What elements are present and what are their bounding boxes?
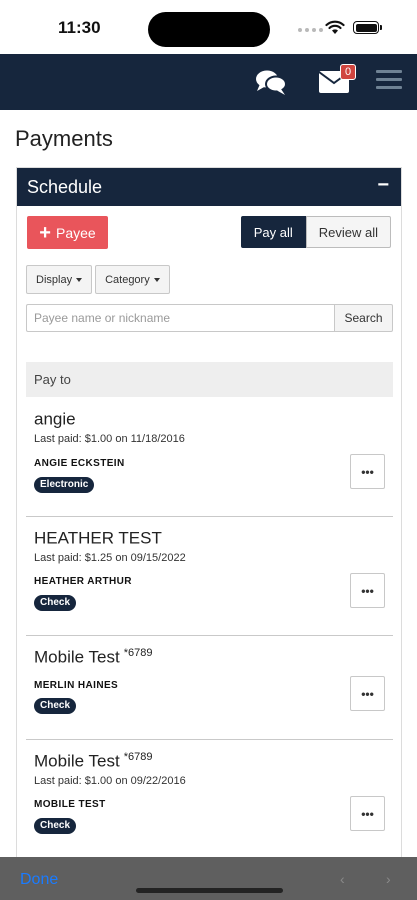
payee-last-paid: Last paid: $1.25 on 09/15/2022 [34, 552, 186, 564]
filter-row: Display Category [26, 265, 170, 294]
payment-type-badge: Check [34, 595, 77, 611]
payment-type-badge: Check [34, 698, 77, 714]
payee-name: angie [34, 409, 76, 429]
pay-review-toggle: Pay all Review all [240, 216, 391, 248]
payment-type-badge: Check [34, 818, 77, 834]
caret-down-icon [153, 277, 160, 282]
payee-nickname: HEATHER ARTHUR [34, 576, 132, 587]
payment-type-badge: Electronic [34, 477, 95, 493]
more-icon[interactable]: ••• [350, 796, 385, 831]
keyboard-toolbar: Done ‹ › [0, 857, 417, 900]
panel-header[interactable]: Schedule − [17, 168, 401, 206]
pay-all-button[interactable]: Pay all [240, 216, 306, 248]
collapse-button[interactable]: − [377, 174, 389, 197]
search-button[interactable]: Search [334, 304, 393, 332]
chat-icon[interactable] [255, 68, 287, 101]
mail-badge: 0 [340, 64, 356, 80]
payee-nickname: MERLIN HAINES [34, 680, 119, 691]
payee-row[interactable]: Mobile Test *6789 Last paid: $1.00 on 09/… [26, 741, 393, 866]
caret-down-icon [76, 277, 83, 282]
signal-icon [298, 28, 323, 32]
battery-icon [353, 21, 382, 34]
payee-nickname: MOBILE TEST [34, 799, 106, 810]
status-time: 11:30 [58, 18, 101, 37]
schedule-panel: Schedule − + Payee Pay all Review all Di… [16, 167, 402, 867]
category-dropdown[interactable]: Category [95, 265, 170, 294]
page-title: Payments [15, 126, 113, 151]
payee-name: Mobile Test *6789 [34, 647, 153, 667]
next-arrow-icon[interactable]: › [386, 871, 391, 887]
status-bar: 11:30 [0, 0, 417, 54]
payee-last-paid: Last paid: $1.00 on 09/22/2016 [34, 775, 186, 787]
payee-nickname: ANGIE ECKSTEIN [34, 458, 125, 469]
display-label: Display [36, 273, 73, 286]
payee-name: HEATHER TEST [34, 528, 162, 548]
previous-arrow-icon[interactable]: ‹ [340, 871, 345, 887]
app-header [0, 54, 417, 110]
plus-icon: + [39, 221, 51, 244]
search-input[interactable] [26, 304, 334, 332]
wifi-icon [325, 20, 345, 40]
payee-row[interactable]: HEATHER TEST Last paid: $1.25 on 09/15/2… [26, 518, 393, 636]
home-indicator [136, 888, 283, 893]
pay-to-header: Pay to [26, 362, 393, 397]
camera-notch [148, 12, 270, 47]
menu-icon[interactable] [376, 70, 402, 94]
review-all-button[interactable]: Review all [305, 216, 391, 248]
payee-row[interactable]: angie Last paid: $1.00 on 11/18/2016 ANG… [26, 399, 393, 517]
search-row: Search [26, 304, 393, 332]
panel-title: Schedule [27, 177, 103, 197]
add-payee-label: Payee [55, 224, 96, 241]
more-icon[interactable]: ••• [350, 676, 385, 711]
display-dropdown[interactable]: Display [26, 265, 93, 294]
more-icon[interactable]: ••• [350, 454, 385, 489]
done-button[interactable]: Done [20, 871, 58, 889]
more-icon[interactable]: ••• [350, 573, 385, 608]
payee-last-paid: Last paid: $1.00 on 11/18/2016 [34, 433, 185, 445]
payee-row[interactable]: Mobile Test *6789 MERLIN HAINES Check ••• [26, 637, 393, 740]
add-payee-button[interactable]: + Payee [27, 216, 108, 249]
payee-name: Mobile Test *6789 [34, 751, 153, 771]
category-label: Category [105, 273, 150, 286]
